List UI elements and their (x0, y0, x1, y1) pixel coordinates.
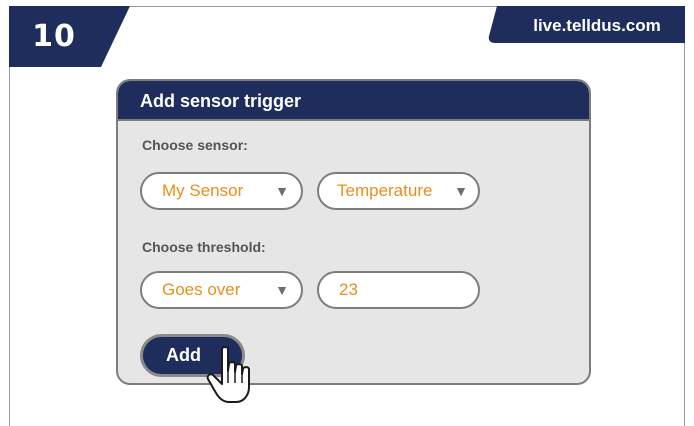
sensor-type-dropdown[interactable]: Temperature ▼ (317, 172, 480, 210)
add-sensor-trigger-dialog: Add sensor trigger Choose sensor: My Sen… (116, 79, 591, 385)
choose-sensor-label: Choose sensor: (142, 137, 248, 153)
chevron-down-icon: ▼ (275, 282, 289, 298)
sensor-dropdown-value: My Sensor (162, 181, 244, 200)
step-badge: 10 (9, 6, 130, 67)
threshold-condition-dropdown[interactable]: Goes over ▼ (140, 271, 303, 309)
url-text: live.telldus.com (533, 16, 661, 35)
dialog-title: Add sensor trigger (118, 81, 589, 121)
chevron-down-icon: ▼ (454, 183, 468, 199)
threshold-condition-value: Goes over (162, 280, 241, 299)
hand-pointer-icon (206, 346, 250, 403)
threshold-value-field[interactable]: 23 (317, 271, 480, 309)
url-tab: live.telldus.com (479, 6, 685, 49)
choose-threshold-label: Choose threshold: (142, 239, 266, 255)
sensor-dropdown[interactable]: My Sensor ▼ (140, 172, 303, 210)
sensor-type-dropdown-value: Temperature (337, 181, 433, 200)
step-number: 10 (32, 19, 76, 54)
chevron-down-icon: ▼ (275, 183, 289, 199)
